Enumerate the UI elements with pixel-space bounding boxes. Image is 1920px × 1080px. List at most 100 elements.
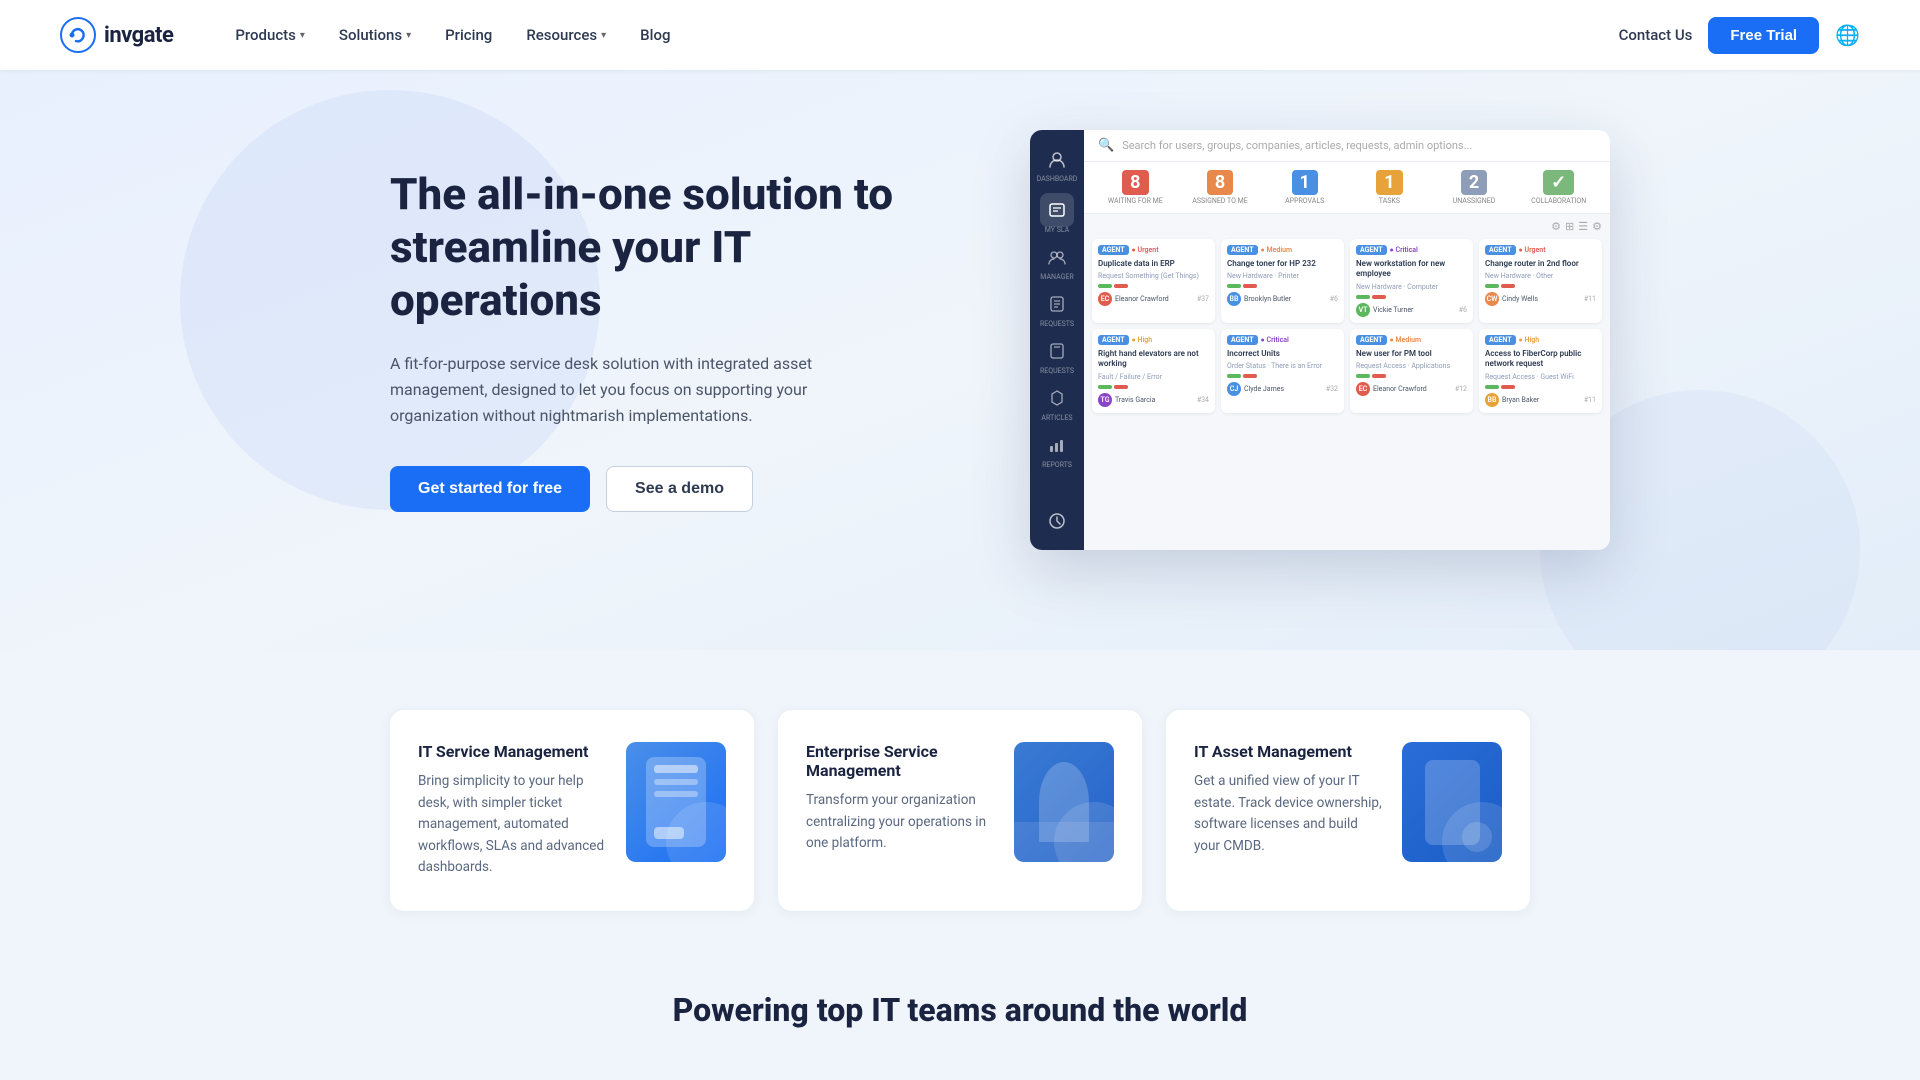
- mysla-icon: [1040, 193, 1074, 227]
- ticket-id: #34: [1197, 396, 1209, 404]
- feature-title: IT Asset Management: [1194, 742, 1382, 761]
- priority-label: ● Urgent: [1132, 246, 1159, 254]
- avatar: EC: [1098, 292, 1112, 306]
- ticket-title: Access to FiberCorp public network reque…: [1485, 349, 1596, 370]
- ticket-id: #37: [1197, 295, 1209, 303]
- ticket-meta: New Hardware · Computer: [1356, 283, 1467, 291]
- manager-icon: [1040, 240, 1074, 274]
- agent-badge: AGENT: [1227, 245, 1258, 255]
- ticket-card[interactable]: AGENT ● Medium New user for PM tool Requ…: [1350, 329, 1473, 413]
- dashboard-mockup: DASHBOARD MY SLA MANAGER: [1030, 130, 1610, 550]
- priority-label: ● Medium: [1261, 246, 1293, 254]
- settings-icon[interactable]: ⚙: [1592, 220, 1602, 233]
- sidebar-item-knowledge[interactable]: REQUESTS: [1040, 334, 1074, 375]
- ticket-meta: Request Access · Guest WiFi: [1485, 373, 1596, 381]
- feature-card-itam[interactable]: IT Asset Management Get a unified view o…: [1166, 710, 1530, 911]
- ticket-id: #12: [1455, 385, 1467, 393]
- see-demo-button[interactable]: See a demo: [606, 466, 753, 512]
- globe-icon[interactable]: 🌐: [1835, 23, 1860, 47]
- ticket-card[interactable]: AGENT ● Urgent Change router in 2nd floo…: [1479, 239, 1602, 323]
- avatar: BB: [1485, 393, 1499, 407]
- priority-label: ● High: [1519, 336, 1540, 344]
- stat-label: COLLABORATION: [1531, 197, 1586, 205]
- ticket-meta: Request Something (Get Things): [1098, 272, 1209, 280]
- hero-right: DASHBOARD MY SLA MANAGER: [1030, 130, 1610, 550]
- priority-label: ● Critical: [1261, 336, 1289, 344]
- hero-buttons: Get started for free See a demo: [390, 466, 970, 512]
- tickets-area: ⚙ ⊞ ☰ ⚙ AGENT ● Urgent: [1084, 214, 1610, 550]
- sidebar-item[interactable]: DASHBOARD: [1037, 142, 1078, 183]
- feature-title: IT Service Management: [418, 742, 606, 761]
- sidebar-item-articles[interactable]: ARTICLES: [1040, 381, 1074, 422]
- nav-right: Contact Us Free Trial 🌐: [1619, 17, 1860, 54]
- sidebar-label: REQUESTS: [1040, 320, 1074, 328]
- agent-badge: AGENT: [1485, 335, 1516, 345]
- person-name: Travis Garcia: [1115, 396, 1155, 404]
- ticket-meta: Order Status · There is an Error: [1227, 362, 1338, 370]
- person-name: Eleanor Crawford: [1115, 295, 1169, 303]
- hero-title: The all-in-one solution to streamline yo…: [390, 168, 970, 326]
- ticket-id: #11: [1584, 295, 1596, 303]
- feature-desc: Get a unified view of your IT estate. Tr…: [1194, 771, 1382, 857]
- hero-section: The all-in-one solution to streamline yo…: [0, 70, 1920, 650]
- feature-image-esm: [1014, 742, 1114, 862]
- ticket-card[interactable]: AGENT ● Critical Incorrect Units Order S…: [1221, 329, 1344, 413]
- contact-link[interactable]: Contact Us: [1619, 26, 1693, 44]
- nav-resources[interactable]: Resources ▾: [512, 18, 620, 52]
- dashboard-main: 🔍 Search for users, groups, companies, a…: [1084, 130, 1610, 550]
- person-name: Clyde James: [1244, 385, 1284, 393]
- ticket-meta: New Hardware · Printer: [1227, 272, 1338, 280]
- sidebar-item-mysla[interactable]: MY SLA: [1040, 193, 1074, 234]
- articles-icon: [1040, 381, 1074, 415]
- ticket-title: Change toner for HP 232: [1227, 259, 1338, 269]
- agent-badge: AGENT: [1356, 335, 1387, 345]
- free-trial-button[interactable]: Free Trial: [1708, 17, 1819, 54]
- ticket-card[interactable]: AGENT ● Urgent Duplicate data in ERP Req…: [1092, 239, 1215, 323]
- avatar: CW: [1485, 292, 1499, 306]
- person-name: Cindy Wells: [1502, 295, 1538, 303]
- ticket-card[interactable]: AGENT ● High Right hand elevators are no…: [1092, 329, 1215, 413]
- powering-title: Powering top IT teams around the world: [0, 991, 1920, 1029]
- ticket-card[interactable]: AGENT ● Medium Change toner for HP 232 N…: [1221, 239, 1344, 323]
- list-icon[interactable]: ☰: [1578, 220, 1588, 233]
- nav-links: Products ▾ Solutions ▾ Pricing Resources…: [221, 18, 1618, 52]
- sidebar-item-manager[interactable]: MANAGER: [1040, 240, 1074, 281]
- bottom-icon: [1040, 504, 1074, 538]
- feature-content: Enterprise Service Management Transform …: [806, 742, 994, 855]
- feature-image-itsm: [626, 742, 726, 862]
- stat-approvals: 1 APPROVALS: [1265, 170, 1344, 205]
- sidebar-item-bottom[interactable]: [1040, 504, 1074, 538]
- avatar: VT: [1356, 303, 1370, 317]
- ticket-meta: New Hardware · Other: [1485, 272, 1596, 280]
- layout-icon[interactable]: ⊞: [1565, 220, 1574, 233]
- avatar: EC: [1356, 382, 1370, 396]
- feature-card-itsm[interactable]: IT Service Management Bring simplicity t…: [390, 710, 754, 911]
- get-started-button[interactable]: Get started for free: [390, 466, 590, 512]
- sidebar-item-requests[interactable]: REQUESTS: [1040, 287, 1074, 328]
- stat-unassigned: 2 UNASSIGNED: [1435, 170, 1514, 205]
- ticket-card[interactable]: AGENT ● High Access to FiberCorp public …: [1479, 329, 1602, 413]
- search-placeholder[interactable]: Search for users, groups, companies, art…: [1122, 139, 1596, 152]
- nav-products[interactable]: Products ▾: [221, 18, 319, 52]
- sidebar-label: REQUESTS: [1040, 367, 1074, 375]
- ticket-title: Duplicate data in ERP: [1098, 259, 1209, 269]
- sidebar-label: REPORTS: [1042, 461, 1072, 469]
- filter-icon[interactable]: ⚙: [1551, 220, 1561, 233]
- person-name: Brooklyn Butler: [1244, 295, 1291, 303]
- stat-label: WAITING FOR ME: [1108, 197, 1163, 205]
- nav-blog[interactable]: Blog: [626, 18, 684, 52]
- logo[interactable]: invgate: [60, 17, 173, 53]
- nav-solutions[interactable]: Solutions ▾: [325, 18, 425, 52]
- ticket-meta: Fault / Failure / Error: [1098, 373, 1209, 381]
- feature-card-esm[interactable]: Enterprise Service Management Transform …: [778, 710, 1142, 911]
- navbar: invgate Products ▾ Solutions ▾ Pricing R…: [0, 0, 1920, 70]
- hero-subtitle: A fit-for-purpose service desk solution …: [390, 351, 890, 430]
- ticket-card[interactable]: AGENT ● Critical New workstation for new…: [1350, 239, 1473, 323]
- sidebar-item-reports[interactable]: REPORTS: [1040, 428, 1074, 469]
- nav-pricing[interactable]: Pricing: [431, 18, 506, 52]
- person-name: Bryan Baker: [1502, 396, 1539, 404]
- feature-image-itam: [1402, 742, 1502, 862]
- stat-tasks: 1 TASKS: [1350, 170, 1429, 205]
- agent-badge: AGENT: [1485, 245, 1516, 255]
- stat-label: UNASSIGNED: [1453, 197, 1496, 205]
